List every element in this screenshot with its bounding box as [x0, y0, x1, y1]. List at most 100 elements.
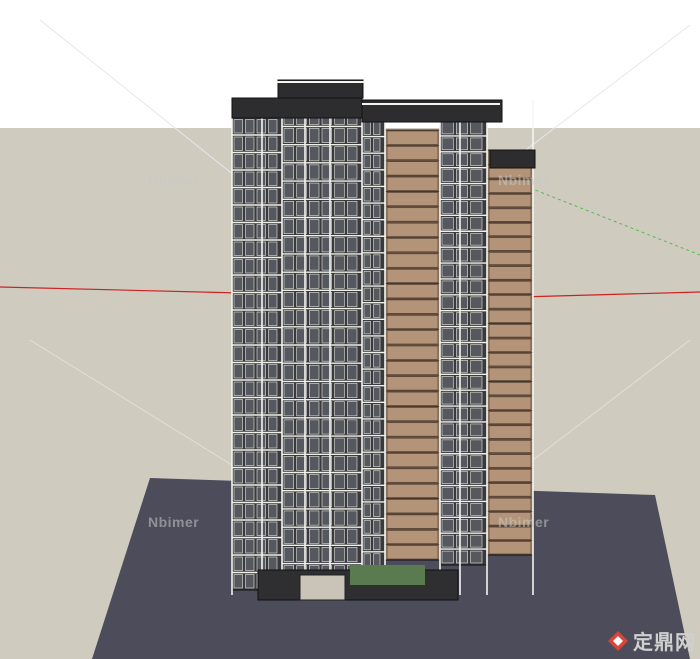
window: [456, 344, 468, 357]
window: [233, 241, 243, 256]
window: [233, 171, 243, 186]
window: [456, 423, 468, 437]
balcony-glass: [386, 315, 439, 329]
window: [373, 271, 381, 285]
window: [441, 328, 454, 341]
window: [441, 264, 454, 278]
window: [309, 310, 320, 326]
window: [373, 287, 381, 301]
window: [441, 550, 454, 564]
window: [309, 547, 320, 562]
window: [283, 128, 294, 143]
window: [334, 219, 345, 235]
window: [245, 486, 255, 501]
window: [470, 391, 483, 405]
window: [268, 311, 278, 326]
window: [441, 248, 454, 262]
window: [233, 311, 243, 326]
window: [456, 360, 468, 373]
window: [309, 455, 320, 471]
window: [373, 453, 381, 468]
window: [441, 137, 454, 151]
balcony-glass: [386, 238, 439, 253]
window: [470, 439, 483, 453]
window: [363, 536, 371, 551]
balcony-glass: [386, 253, 439, 268]
window: [373, 437, 381, 451]
window: [363, 287, 371, 301]
window: [268, 364, 278, 379]
window: [470, 264, 483, 278]
window: [373, 171, 381, 185]
window: [283, 419, 294, 435]
window: [373, 520, 381, 534]
window: [456, 534, 468, 548]
window: [470, 455, 483, 468]
window: [441, 503, 454, 516]
window: [456, 407, 468, 421]
window: [363, 221, 371, 235]
window: [245, 399, 255, 414]
window: [268, 294, 278, 309]
window: [441, 439, 454, 453]
window: [470, 360, 483, 373]
window: [373, 404, 381, 418]
window: [347, 383, 358, 398]
window: [347, 128, 358, 143]
window: [233, 556, 243, 571]
window: [470, 519, 483, 532]
window: [470, 471, 483, 484]
window: [347, 273, 358, 289]
window: [309, 510, 320, 526]
window: [347, 364, 358, 380]
window: [441, 519, 454, 532]
window: [283, 510, 294, 526]
window: [233, 224, 243, 239]
window: [470, 201, 483, 214]
window: [441, 423, 454, 437]
window: [347, 510, 358, 526]
window: [470, 296, 483, 310]
window: [268, 469, 278, 484]
window: [245, 504, 255, 519]
sketchup-viewport[interactable]: Nbimer Nbimer Nbimer Nbimer 定鼎网: [0, 0, 700, 659]
balcony-glass: [488, 266, 532, 280]
window: [233, 119, 243, 134]
window: [470, 550, 483, 564]
window: [283, 328, 294, 344]
balcony-glass: [386, 192, 439, 207]
window: [245, 136, 255, 151]
window: [373, 204, 381, 218]
window: [456, 487, 468, 500]
balcony-glass: [386, 330, 439, 345]
window: [347, 200, 358, 216]
window: [470, 280, 483, 294]
window: [283, 401, 294, 417]
window: [233, 381, 243, 396]
roof-step-right: [489, 149, 536, 169]
window: [441, 201, 454, 214]
window: [309, 128, 320, 143]
window: [470, 423, 483, 437]
balcony-glass: [386, 422, 439, 437]
window: [347, 437, 358, 453]
window: [233, 434, 243, 449]
balcony-glass: [488, 396, 532, 410]
window: [334, 383, 345, 398]
window: [456, 232, 468, 246]
window: [268, 504, 278, 519]
window: [334, 164, 345, 180]
watermark-bottom-left: Nbimer: [148, 514, 200, 530]
balcony-glass: [488, 324, 532, 338]
window: [283, 219, 294, 235]
window: [470, 503, 483, 516]
site-logo[interactable]: 定鼎网: [607, 626, 696, 655]
balcony-glass: [488, 497, 532, 511]
window: [334, 437, 345, 453]
window: [456, 471, 468, 484]
window: [233, 329, 243, 344]
window: [245, 206, 255, 221]
window: [334, 419, 345, 435]
window: [363, 304, 371, 318]
window: [309, 146, 320, 162]
